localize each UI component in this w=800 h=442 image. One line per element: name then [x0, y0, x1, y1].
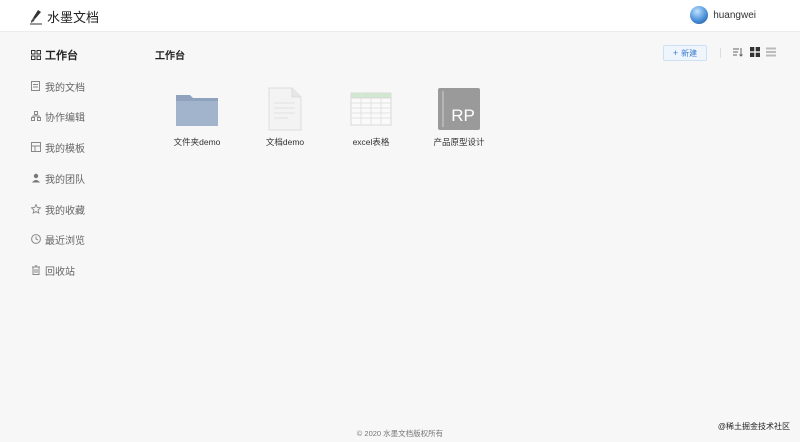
- sidebar-item-my-documents[interactable]: 我的文档: [30, 77, 85, 95]
- file-item[interactable]: 文件夹demo: [157, 87, 237, 153]
- sidebar-item-label: 回收站: [45, 266, 75, 278]
- spreadsheet-icon: [349, 87, 393, 131]
- file-grid: 文件夹demo 文档demo excel表格 RP 产品原型设计: [155, 87, 785, 167]
- sidebar-item-favorites[interactable]: 我的收藏: [30, 200, 85, 218]
- plus-icon: +: [672, 48, 679, 58]
- file-item[interactable]: excel表格: [331, 87, 411, 153]
- sort-icon[interactable]: [733, 47, 743, 57]
- sidebar-item-label: 工作台: [45, 50, 78, 62]
- app-title: 水墨文档: [47, 10, 100, 25]
- file-name: 产品原型设计: [433, 137, 485, 147]
- sidebar-item-label: 协作编辑: [45, 112, 85, 124]
- user-name: huangwei: [713, 9, 756, 21]
- avatar[interactable]: [690, 6, 709, 24]
- app-logo[interactable]: 水墨文档: [29, 7, 99, 26]
- top-bar: 水墨文档 huangwei: [0, 0, 800, 32]
- svg-text:RP: RP: [451, 106, 475, 125]
- sidebar-item-label: 我的文档: [45, 82, 85, 94]
- main-content: 工作台 + 新建 文件夹demo 文档demo excel表格 RP 产品原型设…: [155, 32, 785, 412]
- document-file-icon: [263, 87, 307, 131]
- sidebar: 工作台 我的文档 协作编辑 我的模板 我的团队 我的收藏 最近浏览 回收站: [0, 32, 130, 412]
- new-button[interactable]: + 新建: [663, 45, 707, 61]
- user-menu[interactable]: huangwei: [690, 6, 756, 24]
- sidebar-item-label: 我的团队: [45, 174, 85, 186]
- grid-icon: [30, 50, 41, 61]
- sidebar-item-collaborate[interactable]: 协作编辑: [30, 107, 85, 125]
- sidebar-item-team[interactable]: 我的团队: [30, 169, 85, 187]
- sidebar-item-label: 我的收藏: [45, 205, 85, 217]
- brush-icon: [30, 9, 42, 24]
- sidebar-item-recent[interactable]: 最近浏览: [30, 230, 85, 248]
- team-icon: [30, 173, 41, 184]
- star-icon: [30, 204, 41, 215]
- list-view-icon[interactable]: [766, 47, 776, 57]
- file-name: 文档demo: [265, 137, 305, 147]
- toolbar-divider: [720, 48, 721, 58]
- watermark: @稀土掘金技术社区: [717, 422, 790, 431]
- sidebar-item-templates[interactable]: 我的模板: [30, 138, 85, 156]
- sidebar-item-trash[interactable]: 回收站: [30, 261, 75, 279]
- footer-copyright: © 2020 水墨文档版权所有: [356, 429, 444, 438]
- sidebar-item-workbench[interactable]: 工作台: [30, 46, 78, 64]
- file-item[interactable]: 文档demo: [245, 87, 325, 153]
- document-icon: [30, 81, 41, 92]
- rp-prototype-icon: RP: [437, 87, 481, 131]
- trash-icon: [30, 265, 41, 276]
- template-icon: [30, 142, 41, 153]
- sidebar-item-label: 我的模板: [45, 143, 85, 155]
- collaborate-icon: [30, 111, 41, 122]
- file-item[interactable]: RP 产品原型设计: [419, 87, 499, 153]
- file-name: excel表格: [352, 137, 390, 147]
- page-title: 工作台: [155, 51, 185, 62]
- sidebar-item-label: 最近浏览: [45, 235, 85, 247]
- clock-icon: [30, 234, 41, 245]
- new-button-label: 新建: [681, 48, 698, 58]
- folder-icon: [175, 87, 219, 131]
- grid-view-icon[interactable]: [750, 47, 760, 57]
- file-name: 文件夹demo: [173, 137, 221, 147]
